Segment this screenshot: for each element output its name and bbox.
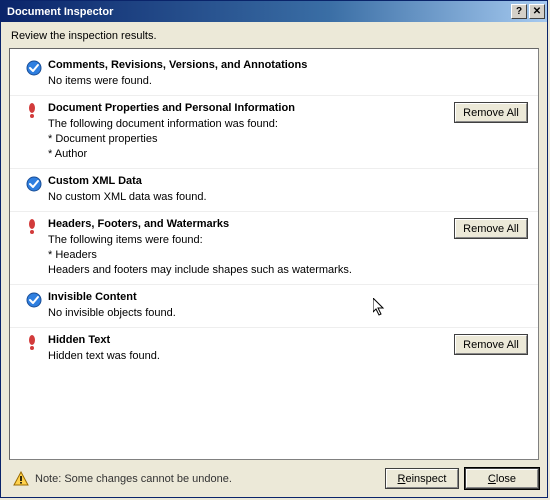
section-line: No items were found. — [48, 74, 438, 89]
section-text: Document Properties and Personal Informa… — [46, 102, 438, 162]
section-text: Headers, Footers, and Watermarks The foll… — [46, 218, 438, 278]
footer: Note: Some changes cannot be undone. Rei… — [9, 460, 539, 489]
section-line: The following items were found: — [48, 233, 438, 248]
section-title: Headers, Footers, and Watermarks — [48, 218, 438, 230]
subtitle: Review the inspection results. — [9, 28, 539, 48]
section-action: Remove All — [438, 334, 528, 355]
check-icon — [22, 291, 46, 308]
section-text: Hidden Text Hidden text was found. — [46, 334, 438, 364]
footer-note-text: Note: Some changes cannot be undone. — [35, 473, 232, 485]
client-area: Review the inspection results. Comments,… — [1, 22, 547, 497]
result-section: Headers, Footers, and Watermarks The foll… — [10, 212, 538, 285]
section-line: No custom XML data was found. — [48, 190, 438, 205]
section-action: Remove All — [438, 218, 528, 239]
section-line: The following document information was f… — [48, 117, 438, 132]
section-title: Hidden Text — [48, 334, 438, 346]
result-section: Hidden Text Hidden text was found. Remove … — [10, 328, 538, 370]
alert-icon — [22, 218, 46, 235]
alert-icon — [22, 102, 46, 119]
section-line: * Document properties — [48, 132, 438, 147]
result-section: Invisible Content No invisible objects fo… — [10, 285, 538, 328]
check-icon — [22, 59, 46, 76]
remove-all-button[interactable]: Remove All — [454, 334, 528, 355]
alert-icon — [22, 334, 46, 351]
result-section: Custom XML Data No custom XML data was fo… — [10, 169, 538, 212]
section-text: Comments, Revisions, Versions, and Annot… — [46, 59, 438, 89]
section-line: Headers and footers may include shapes s… — [48, 263, 438, 278]
remove-all-button[interactable]: Remove All — [454, 218, 528, 239]
window-title: Document Inspector — [7, 6, 113, 18]
section-line: No invisible objects found. — [48, 306, 438, 321]
section-text: Invisible Content No invisible objects fo… — [46, 291, 438, 321]
warning-icon — [13, 471, 29, 487]
reinspect-button[interactable]: Reinspect — [385, 468, 459, 489]
remove-all-button[interactable]: Remove All — [454, 102, 528, 123]
section-text: Custom XML Data No custom XML data was fo… — [46, 175, 438, 205]
help-button[interactable]: ? — [511, 4, 527, 19]
section-line: Hidden text was found. — [48, 349, 438, 364]
titlebar: Document Inspector ? ✕ — [1, 1, 547, 22]
section-line: * Headers — [48, 248, 438, 263]
result-section: Comments, Revisions, Versions, and Annot… — [10, 53, 538, 96]
results-panel: Comments, Revisions, Versions, and Annot… — [9, 48, 539, 460]
close-button[interactable]: Close — [465, 468, 539, 489]
section-title: Custom XML Data — [48, 175, 438, 187]
result-section: Document Properties and Personal Informa… — [10, 96, 538, 169]
section-action: Remove All — [438, 102, 528, 123]
check-icon — [22, 175, 46, 192]
section-title: Comments, Revisions, Versions, and Annot… — [48, 59, 438, 71]
close-window-button[interactable]: ✕ — [529, 4, 545, 19]
document-inspector-dialog: Document Inspector ? ✕ Review the inspec… — [0, 0, 548, 498]
footer-note: Note: Some changes cannot be undone. — [9, 471, 385, 487]
section-title: Document Properties and Personal Informa… — [48, 102, 438, 114]
section-title: Invisible Content — [48, 291, 438, 303]
section-line: * Author — [48, 147, 438, 162]
